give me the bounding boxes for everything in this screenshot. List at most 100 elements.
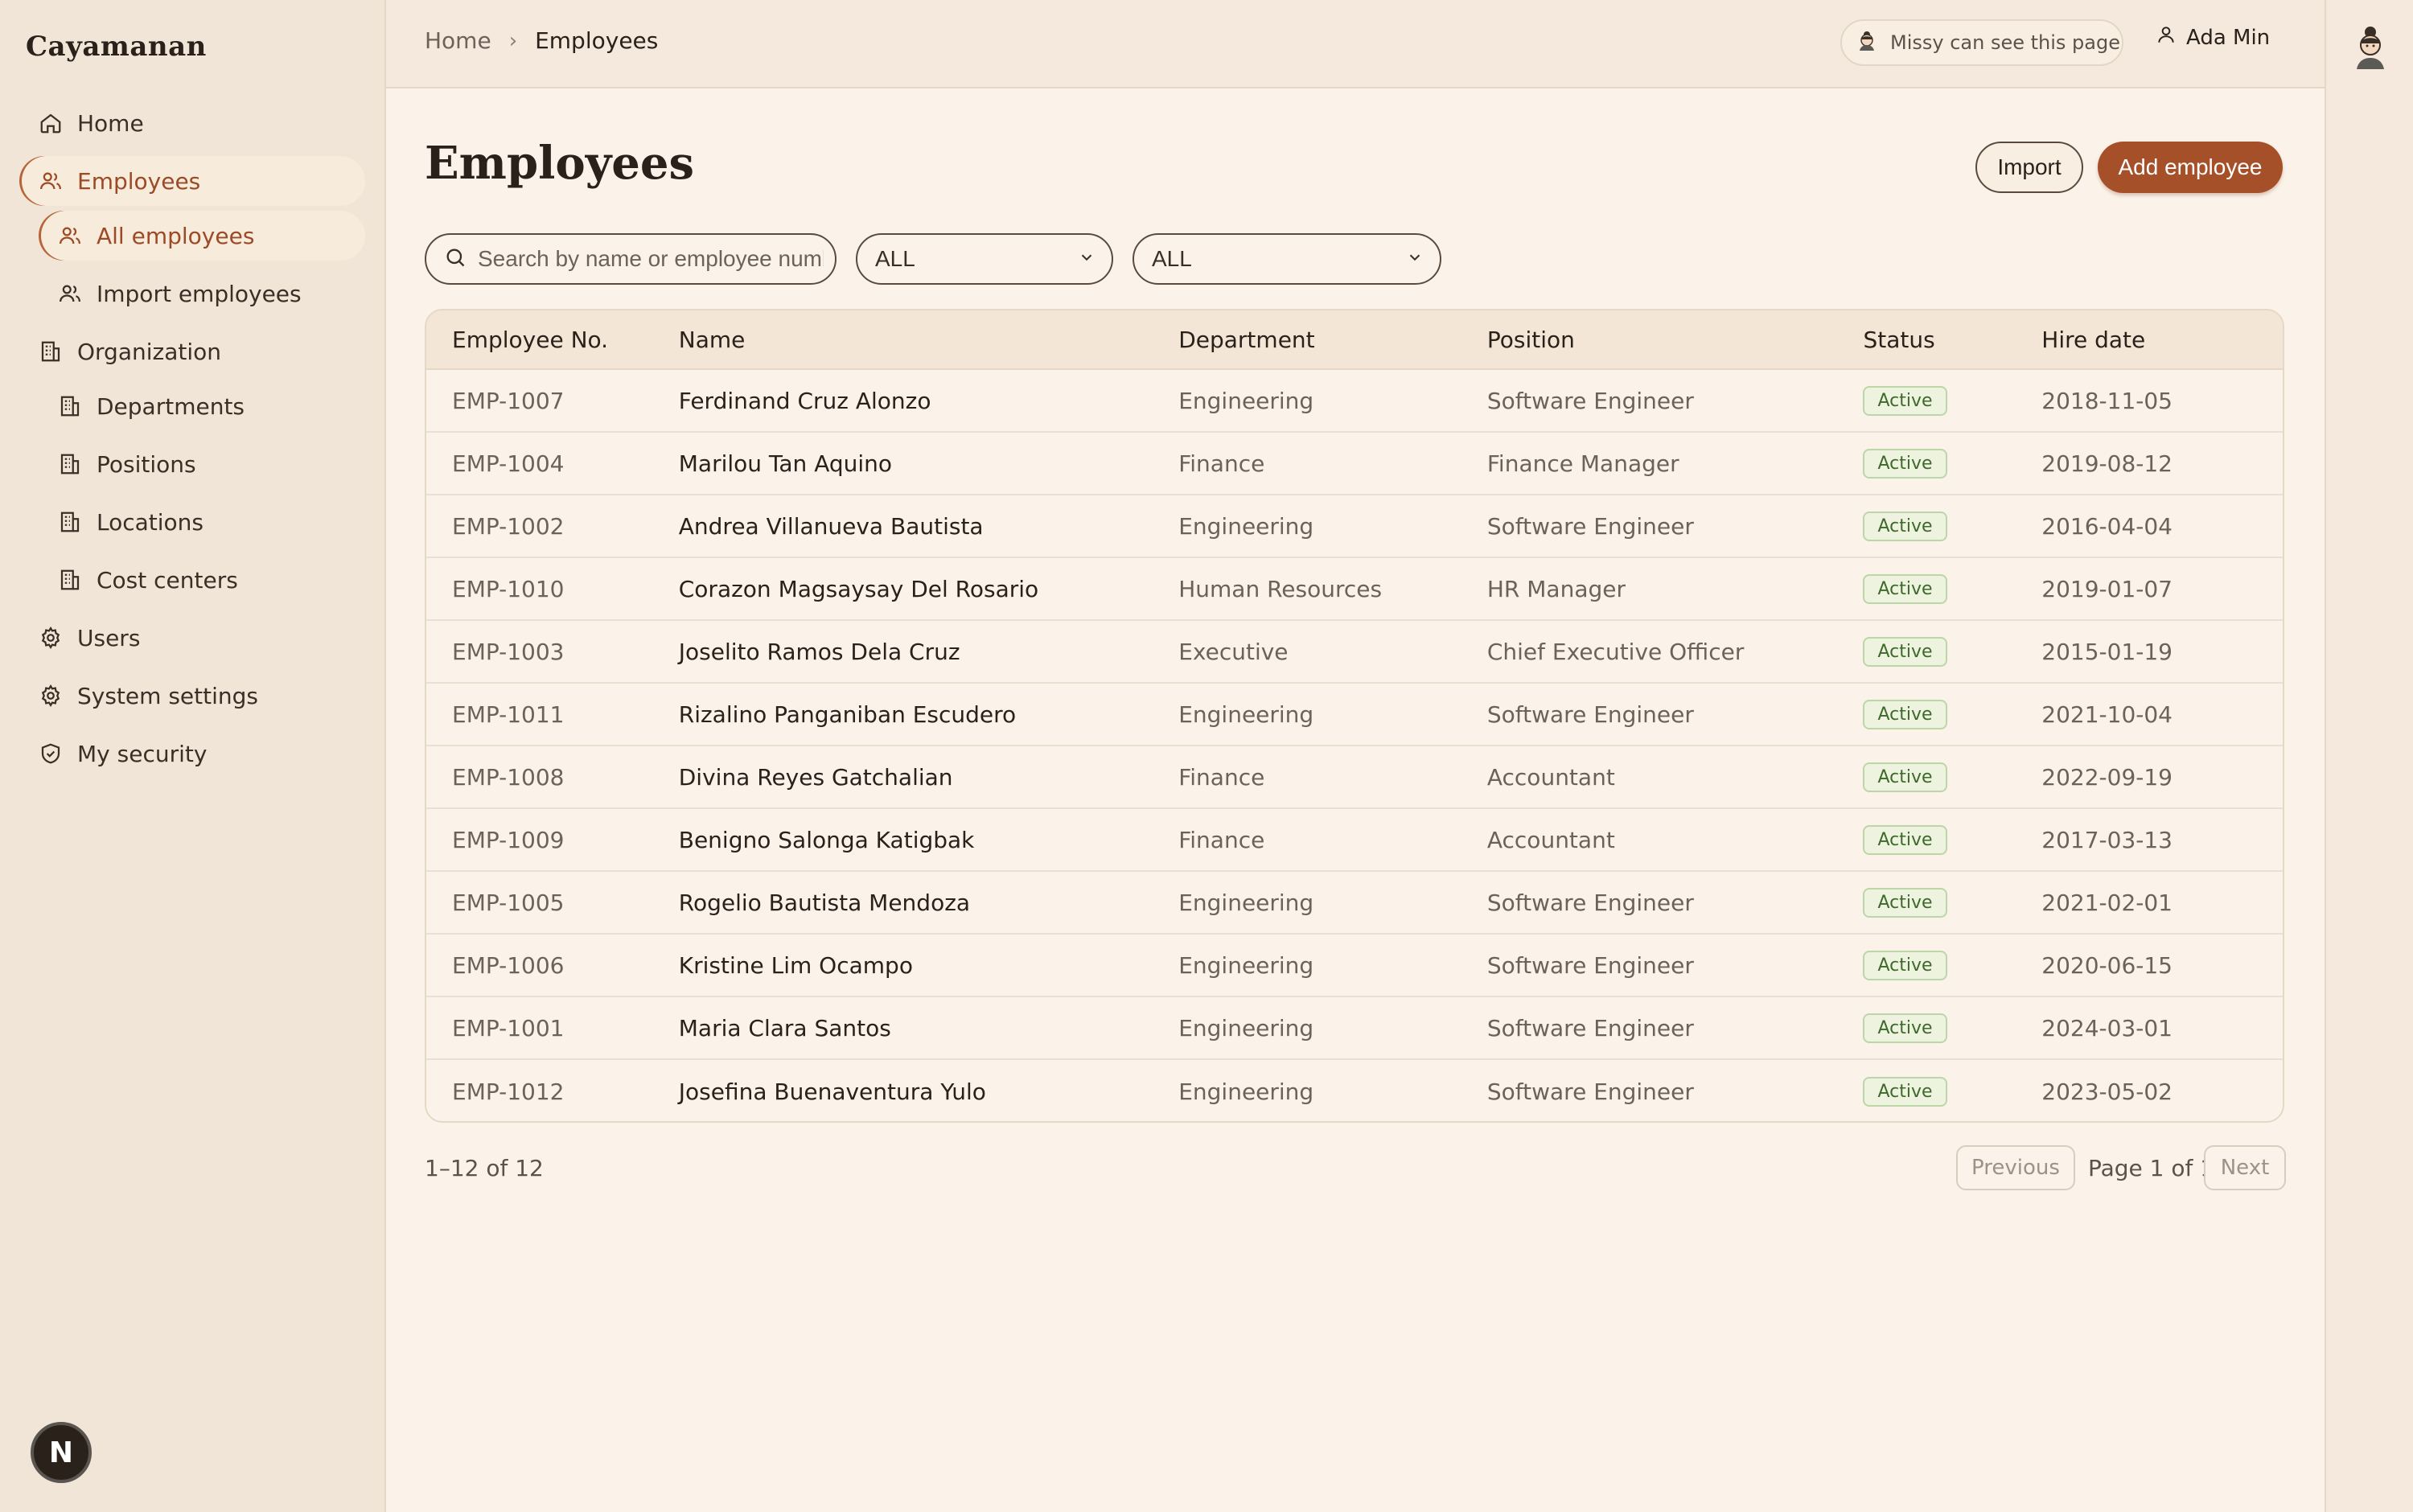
assistant-avatar-icon [1855,28,1879,57]
sidebar-item-employees[interactable]: Employees [19,156,365,206]
table-row[interactable]: EMP-1011 Rizalino Panganiban Escudero Engi… [426,684,2283,746]
cell-status: Active [1863,448,2041,479]
sidebar-item-my-security[interactable]: My security [19,729,365,779]
users-icon [58,281,82,306]
search-input[interactable] [478,246,824,272]
assistant-bubble[interactable]: N [31,1422,92,1483]
search-field[interactable] [425,233,837,285]
sidebar-item-organization[interactable]: Organization [19,327,365,376]
sidebar-item-label: Users [77,624,141,651]
cell-hire-date: 2015-01-19 [2041,638,2173,665]
cell-employee-no: EMP-1012 [452,1078,565,1105]
page-visibility-indicator[interactable]: Missy can see this page [1840,19,2123,66]
chevron-down-icon [1406,246,1424,272]
column-header-status[interactable]: Status [1863,327,2041,353]
cell-hire-date: 2020-06-15 [2041,951,2173,979]
table-row[interactable]: EMP-1003 Joselito Ramos Dela Cruz Executiv… [426,621,2283,684]
cell-status: Active [1863,699,2041,729]
table-row[interactable]: EMP-1005 Rogelio Bautista Mendoza Engineer… [426,872,2283,935]
cell-position: Software Engineer [1486,1014,1694,1042]
column-header-position[interactable]: Position [1487,327,1864,353]
table-row[interactable]: EMP-1008 Divina Reyes Gatchalian Finance Ac… [426,746,2283,809]
column-header-hire-date[interactable]: Hire date [2041,327,2283,353]
sidebar-item-positions[interactable]: Positions [39,439,365,489]
top-bar: Home › Employees Missy can see this page… [386,0,2325,88]
table-row[interactable]: EMP-1012 Josefina Buenaventura Yulo Engine… [426,1060,2283,1121]
sidebar-item-all-employees[interactable]: All employees [39,211,365,261]
sidebar-item-label: Positions [97,450,196,478]
pagination-range: 1–12 of 12 [425,1155,544,1181]
select-value: ALL [1152,246,1192,271]
table-row[interactable]: EMP-1002 Andrea Villanueva Bautista Engine… [426,495,2283,558]
column-header-department[interactable]: Department [1178,327,1487,353]
cell-employee-no: EMP-1004 [452,450,565,477]
select-value: ALL [875,246,915,271]
import-button[interactable]: Import [1975,142,2083,193]
cell-employee-no: EMP-1009 [452,826,565,853]
next-page-button[interactable]: Next [2204,1145,2286,1190]
table-row[interactable]: EMP-1004 Marilou Tan Aquino Finance Finance… [426,433,2283,495]
right-rail [2325,0,2413,1512]
add-employee-button[interactable]: Add employee [2098,142,2283,193]
page-title: Employees [425,137,695,190]
assistant-avatar-icon[interactable] [2350,24,2390,72]
sidebar-item-home[interactable]: Home [19,98,365,148]
sidebar-item-label: My security [77,740,208,767]
cell-employee-no: EMP-1001 [452,1014,565,1042]
sidebar-item-label: Cost centers [97,566,238,594]
sidebar-item-label: Home [77,109,144,137]
sidebar-item-import-employees[interactable]: Import employees [39,269,365,318]
column-header-name[interactable]: Name [679,327,1178,353]
table-row[interactable]: EMP-1007 Ferdinand Cruz Alonzo Engineering… [426,370,2283,433]
sidebar-item-label: All employees [97,222,255,249]
cell-employee-no: EMP-1008 [452,763,565,791]
cell-employee-no: EMP-1011 [452,701,565,728]
cell-department: Finance [1178,450,1265,477]
cell-status: Active [1863,1076,2041,1107]
cell-status: Active [1863,385,2041,416]
previous-page-button[interactable]: Previous [1956,1145,2075,1190]
status-badge: Active [1863,1077,1947,1107]
cell-position: Finance Manager [1486,450,1679,477]
sidebar-item-label: System settings [77,682,258,709]
sidebar-item-users[interactable]: Users [19,613,365,663]
column-header-employee-no[interactable]: Employee No. [426,327,679,353]
cell-name: Andrea Villanueva Bautista [678,512,984,540]
brand-logo[interactable]: Cayamanan [26,31,207,63]
table-row[interactable]: EMP-1006 Kristine Lim Ocampo Engineering So… [426,935,2283,997]
cell-hire-date: 2019-08-12 [2041,450,2173,477]
building-icon [39,339,63,364]
cell-employee-no: EMP-1002 [452,512,565,540]
sidebar-item-cost-centers[interactable]: Cost centers [39,555,365,605]
sidebar-item-label: Import employees [97,280,302,307]
status-badge: Active [1863,951,1947,980]
table-header: Employee No. Name Department Position St… [426,310,2283,370]
cell-department: Finance [1178,826,1265,853]
cell-status: Active [1863,762,2041,792]
cell-name: Joselito Ramos Dela Cruz [678,638,960,665]
user-name: Ada Min [2186,25,2271,50]
cell-name: Kristine Lim Ocampo [678,951,913,979]
user-menu[interactable]: Ada Min [2156,24,2270,51]
table-row[interactable]: EMP-1001 Maria Clara Santos Engineering Sof… [426,997,2283,1060]
employees-table: Employee No. Name Department Position St… [425,309,2284,1123]
cell-position: Software Engineer [1486,387,1694,414]
search-icon [444,246,467,272]
sidebar-item-system-settings[interactable]: System settings [19,671,365,721]
table-row[interactable]: EMP-1009 Benigno Salonga Katigbak Finance A… [426,809,2283,872]
cell-hire-date: 2021-02-01 [2041,889,2173,916]
chevron-down-icon [1078,246,1096,272]
cell-name: Rogelio Bautista Mendoza [678,889,971,916]
cell-name: Corazon Magsaysay Del Rosario [678,575,1039,602]
cell-department: Executive [1178,638,1289,665]
breadcrumb-home[interactable]: Home [425,27,491,54]
cell-status: Active [1863,887,2041,918]
department-filter-select[interactable]: ALL [856,233,1113,285]
sidebar-item-departments[interactable]: Departments [39,381,365,431]
cell-hire-date: 2024-03-01 [2041,1014,2173,1042]
table-row[interactable]: EMP-1010 Corazon Magsaysay Del Rosario Hum… [426,558,2283,621]
status-filter-select[interactable]: ALL [1133,233,1441,285]
sidebar-item-locations[interactable]: Locations [39,497,365,547]
sidebar-item-label: Employees [77,167,201,195]
status-badge: Active [1863,1013,1947,1043]
